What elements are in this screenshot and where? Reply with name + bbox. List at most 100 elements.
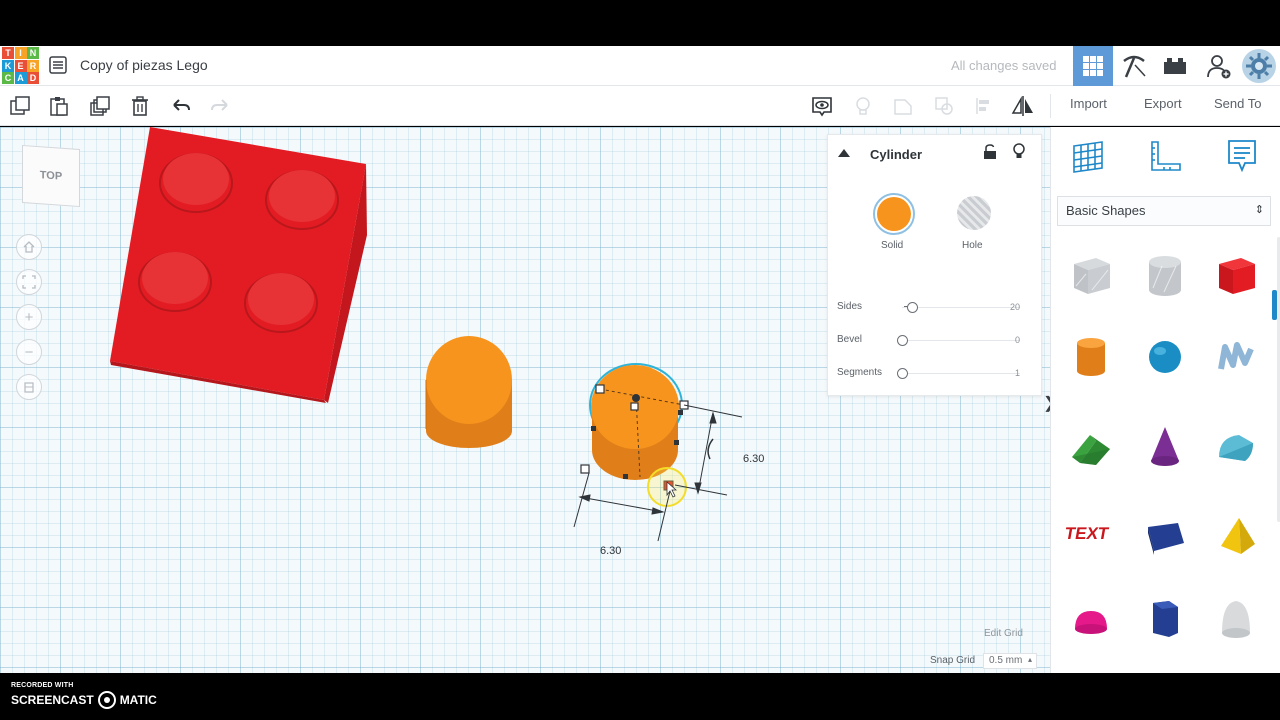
shape-paraboloid[interactable] — [1206, 588, 1266, 648]
shape-cylinder-hole[interactable] — [1135, 245, 1195, 305]
shape-text[interactable]: TEXT — [1061, 500, 1121, 560]
logo-letter: T — [2, 47, 14, 59]
fit-view-button[interactable] — [16, 269, 42, 295]
ungroup-icon[interactable] — [932, 94, 956, 118]
logo-letter: I — [14, 47, 27, 59]
logo-letter: R — [27, 59, 39, 72]
shape-category-select[interactable]: Basic Shapes ⇕ — [1057, 196, 1271, 226]
hole-button[interactable] — [957, 196, 991, 230]
save-status: All changes saved — [951, 58, 1057, 73]
edit-grid-button[interactable]: Edit Grid — [984, 628, 1023, 639]
view-cube[interactable]: TOP — [22, 144, 80, 208]
watermark-top-text: RECORDED WITH — [11, 682, 74, 689]
solid-label: Solid — [881, 240, 904, 251]
param-sides-label: Sides — [837, 301, 863, 312]
collapse-triangle-icon[interactable] — [837, 148, 851, 158]
mirror-icon[interactable] — [1011, 94, 1035, 118]
notes-eye-icon[interactable] — [810, 94, 834, 118]
edit-toolbar: Import Export Send To — [0, 86, 1280, 126]
width-dimension-label[interactable]: 6.30 — [600, 545, 621, 557]
group-icon[interactable] — [891, 94, 915, 118]
ruler-icon[interactable] — [1148, 138, 1184, 174]
perspective-button[interactable] — [16, 374, 42, 400]
add-user-icon[interactable] — [1205, 52, 1233, 80]
record-icon — [97, 691, 116, 709]
paste-icon[interactable] — [47, 94, 71, 118]
zoom-out-button[interactable]: − — [16, 339, 42, 365]
lightbulb-icon[interactable] — [851, 94, 875, 118]
shape-box-hole[interactable] — [1061, 245, 1121, 305]
redo-icon[interactable] — [208, 94, 232, 118]
shape-wedge[interactable] — [1135, 508, 1195, 568]
hole-label: Hole — [962, 240, 983, 251]
shape-pyramid[interactable] — [1206, 505, 1266, 565]
light-icon[interactable] — [1012, 143, 1026, 161]
snap-grid-label: Snap Grid — [930, 655, 976, 666]
sides-slider-knob[interactable] — [907, 302, 918, 313]
avatar[interactable] — [1242, 49, 1276, 83]
watermark-right-text: MATIC — [119, 693, 157, 707]
shape-cylinder[interactable] — [1061, 326, 1121, 386]
lock-icon[interactable] — [983, 144, 997, 160]
new-shape-icon[interactable] — [8, 94, 32, 118]
logo-letter: A — [14, 72, 27, 84]
minus-icon: − — [24, 343, 34, 361]
shape-category-label: Basic Shapes — [1066, 203, 1146, 218]
export-button[interactable]: Export — [1144, 96, 1182, 111]
bevel-value[interactable]: 0 — [990, 335, 1020, 345]
shape-inspector: Cylinder Solid Hole — [827, 134, 1042, 396]
undo-icon[interactable] — [169, 94, 193, 118]
snap-grid-value: 0.5 mm — [989, 655, 1023, 666]
lego-brick[interactable] — [110, 127, 367, 403]
snap-grid-select[interactable]: 0.5 mm ▴ — [983, 653, 1037, 669]
tinkercad-logo[interactable]: TIN KER CAD — [2, 47, 39, 84]
perspective-icon — [24, 382, 34, 393]
param-segments-label: Segments — [837, 367, 883, 378]
align-icon[interactable] — [972, 94, 996, 118]
send-to-button[interactable]: Send To — [1214, 96, 1261, 111]
shape-round-roof[interactable] — [1206, 416, 1266, 476]
zoom-in-button[interactable]: + — [16, 304, 42, 330]
segments-value[interactable]: 1 — [990, 368, 1020, 378]
shape-box[interactable] — [1206, 245, 1266, 305]
watermark-left-text: SCREENCAST — [11, 693, 94, 707]
3d-view-button[interactable] — [1073, 46, 1113, 86]
logo-letter: K — [2, 59, 14, 72]
selected-cylinder[interactable] — [580, 363, 714, 507]
solid-swatch — [877, 197, 911, 231]
sides-value[interactable]: 20 — [990, 302, 1020, 312]
design-menu-icon[interactable] — [48, 55, 68, 75]
recording-watermark: RECORDED WITH SCREENCAST MATIC — [11, 682, 157, 709]
pickaxe-icon[interactable] — [1120, 52, 1148, 80]
shape-half-sphere[interactable] — [1061, 590, 1121, 650]
duplicate-icon[interactable] — [88, 94, 112, 118]
logo-letter: N — [27, 47, 39, 59]
bricks-icon[interactable] — [1161, 52, 1189, 80]
bevel-slider-knob[interactable] — [897, 335, 908, 346]
home-icon — [23, 241, 35, 253]
plus-icon: + — [24, 308, 34, 326]
cylinder-shape[interactable] — [425, 336, 512, 448]
trash-icon[interactable] — [128, 94, 152, 118]
fit-icon — [22, 275, 36, 289]
solid-button[interactable] — [873, 193, 915, 235]
height-dimension-label[interactable]: 6.30 — [743, 453, 764, 465]
logo-letter: D — [27, 72, 39, 84]
import-button[interactable]: Import — [1070, 96, 1107, 111]
home-view-button[interactable] — [16, 234, 42, 260]
segments-slider-knob[interactable] — [897, 368, 908, 379]
inspector-title: Cylinder — [870, 147, 923, 162]
shape-roof[interactable] — [1061, 416, 1121, 476]
shape-polygon[interactable] — [1135, 588, 1195, 648]
shape-sphere[interactable] — [1135, 326, 1195, 386]
document-title[interactable]: Copy of piezas Lego — [80, 57, 208, 73]
shape-scribble[interactable] — [1206, 326, 1266, 386]
dropdown-caret-icon: ▴ — [1027, 655, 1032, 664]
toolbar-divider — [1050, 94, 1051, 118]
notes-icon[interactable] — [1225, 138, 1259, 174]
shape-cone[interactable] — [1135, 416, 1195, 476]
svg-text:TEXT: TEXT — [1066, 523, 1111, 543]
workplane-grid-icon[interactable] — [1070, 138, 1106, 174]
logo-letter: E — [14, 59, 27, 72]
app-header: TIN KER CAD Copy of piezas Lego All change… — [0, 46, 1280, 86]
